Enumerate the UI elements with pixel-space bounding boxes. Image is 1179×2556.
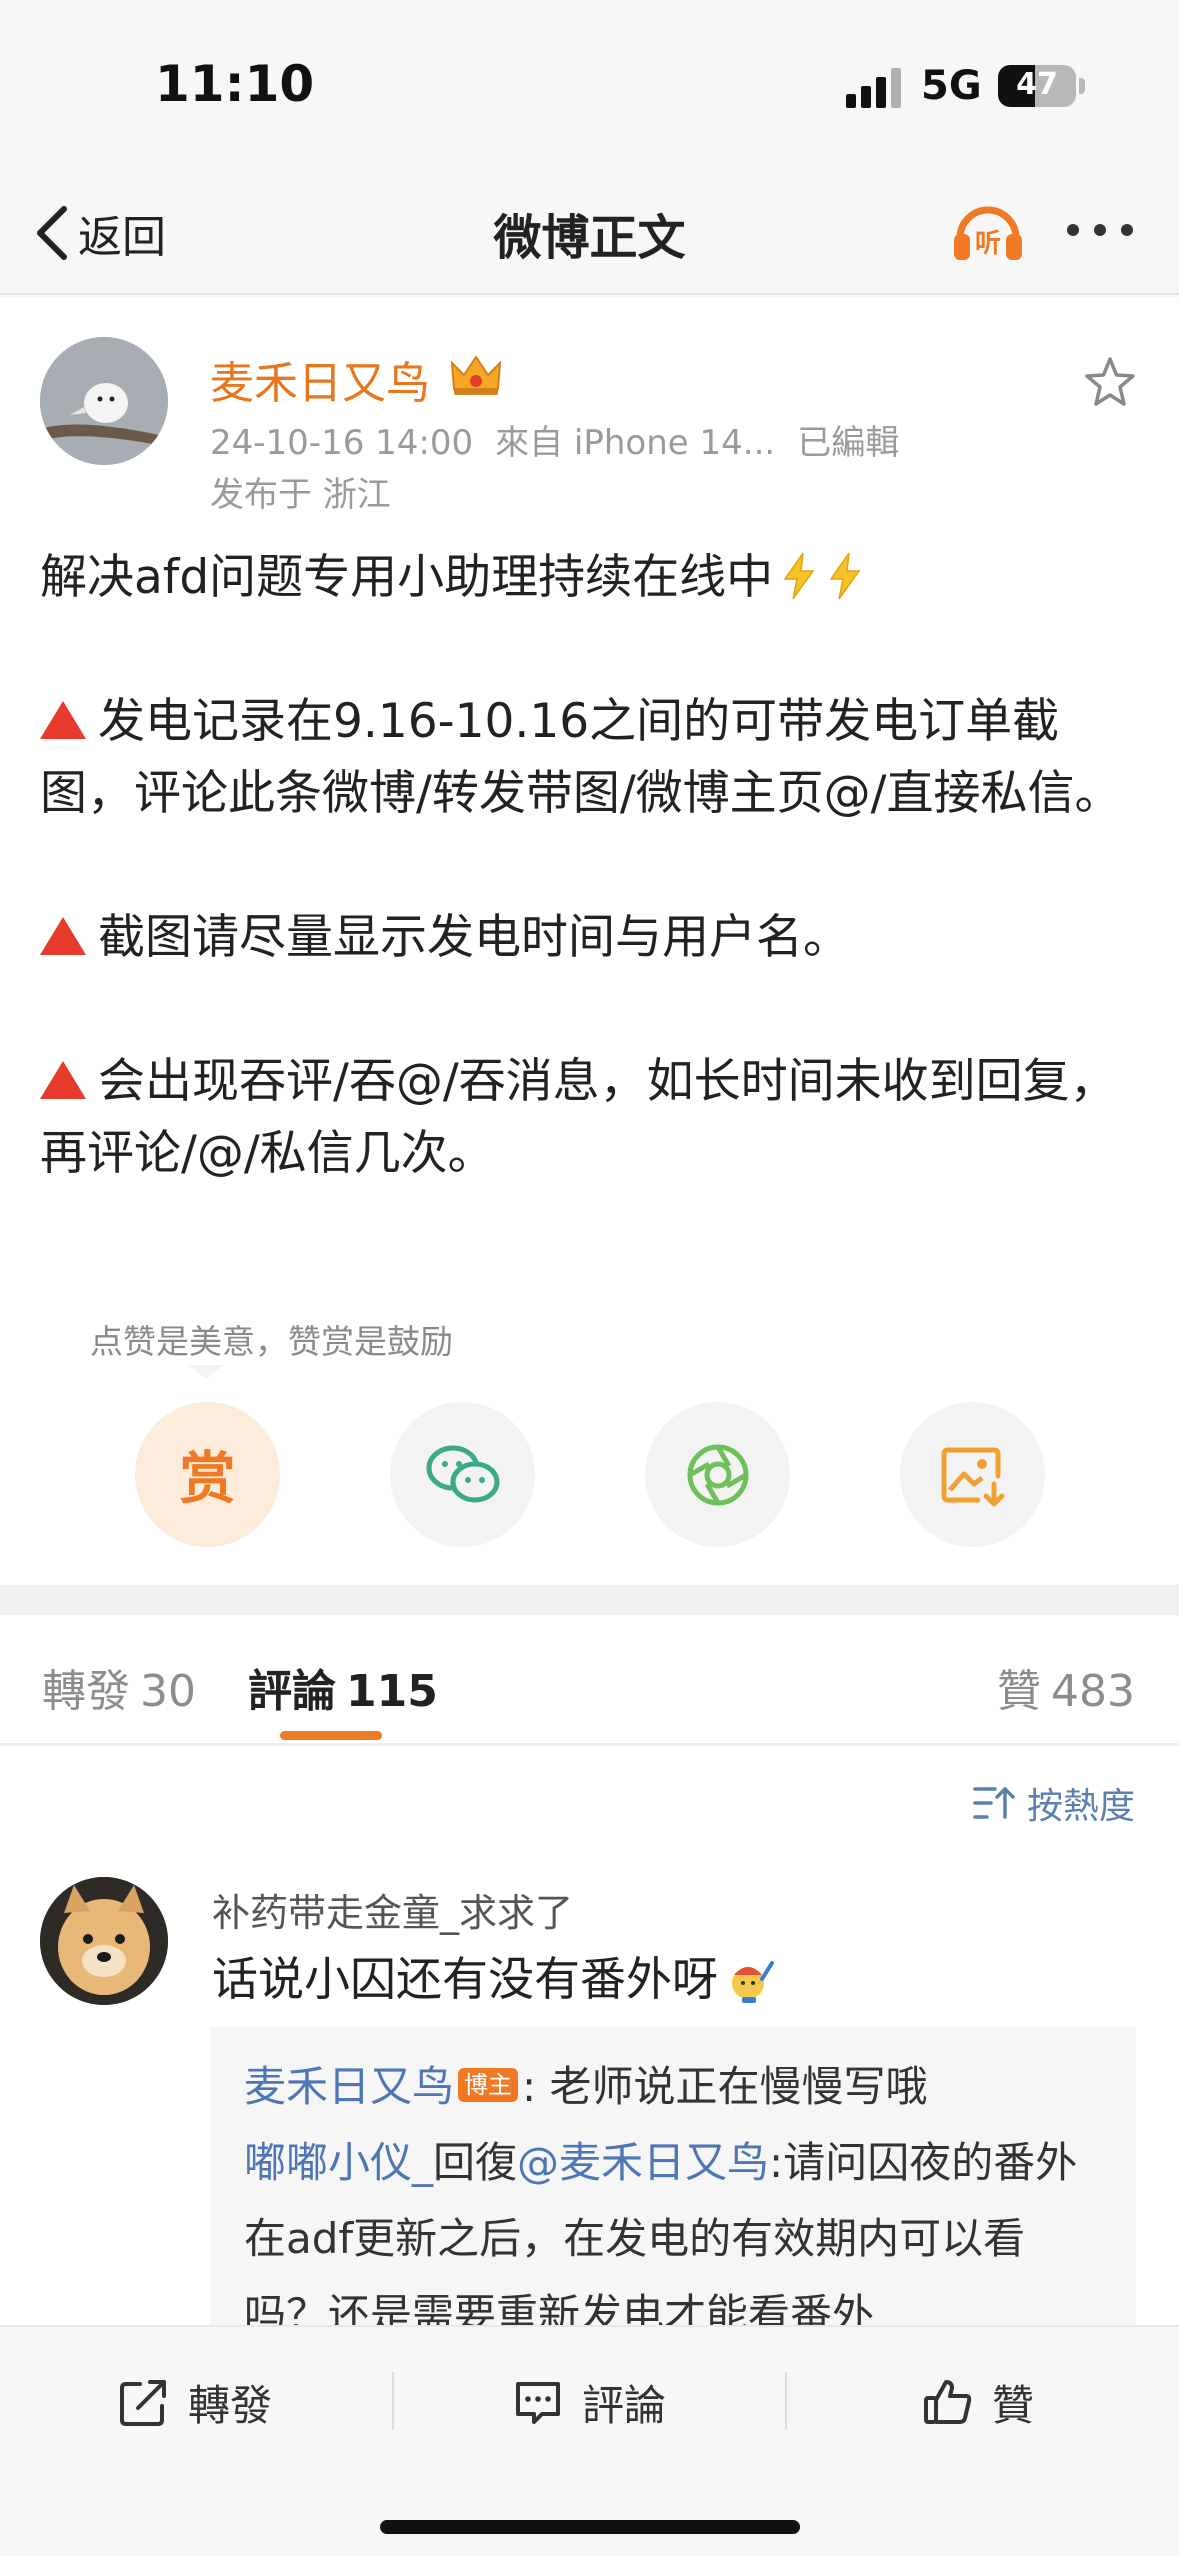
author-avatar[interactable] — [40, 337, 168, 465]
repost-icon — [120, 2380, 166, 2426]
battery-icon: 47 — [998, 65, 1076, 107]
battery-cap — [1079, 78, 1085, 94]
reply-box[interactable]: 麦禾日又鸟 博主: 老师说正在慢慢写哦 嘟嘟小仪_回復@麦禾日又鸟:请问囚夜的番外… — [210, 2027, 1136, 2327]
bottom-action-bar: 轉發 評論 贊 — [0, 2325, 1179, 2556]
wechat-icon — [426, 1445, 499, 1502]
post-tabs: 轉發 30 評論 115 贊 483 — [0, 1615, 1179, 1745]
like-label: 贊 — [992, 2380, 1035, 2430]
status-time: 11:10 — [155, 55, 315, 113]
reply-user[interactable]: 麦禾日又鸟 — [244, 2062, 454, 2111]
comment-icon — [516, 2382, 560, 2424]
tab-likes[interactable]: 贊 483 — [997, 1655, 1135, 1719]
repost-label: 轉發 — [188, 2380, 273, 2430]
post-location: 发布于 浙江 — [210, 475, 391, 515]
post-line: 解决afd问题专用小助理持续在线中 — [40, 542, 1150, 614]
battery-level: 47 — [1016, 67, 1058, 102]
post-paragraph-text: 发电记录在9.16-10.16之间的可带发电订单截图，评论此条微博/转发带图/微… — [40, 694, 1122, 821]
divider — [785, 2372, 787, 2430]
status-bar: 11:10 5G 47 — [0, 0, 1179, 170]
network-type: 5G — [921, 63, 982, 109]
tab-likes-label: 贊 — [997, 1666, 1042, 1717]
post-paragraph: 发电记录在9.16-10.16之间的可带发电订单截图，评论此条微博/转发带图/微… — [40, 686, 1150, 830]
post-paragraph-text: 会出现吞评/吞@/吞消息，如长时间未收到回复，再评论/@/私信几次。 — [40, 1054, 1117, 1181]
tab-comments[interactable]: 評論 115 — [248, 1655, 438, 1719]
comment-list: 按熱度 补药带走金童_求求了 话说小囚还有没有番外呀 麦禾日又鸟 博主: 老师说正… — [0, 1747, 1179, 2327]
author-name[interactable]: 麦禾日又鸟 — [210, 347, 430, 411]
reply-word: 回復 — [433, 2138, 518, 2187]
listen-label: 听 — [975, 229, 1001, 259]
active-tab-indicator — [280, 1731, 382, 1740]
sort-icon — [973, 1787, 1015, 1819]
reward-button[interactable]: 赏 — [135, 1402, 280, 1547]
post-paragraph: 会出现吞评/吞@/吞消息，如长时间未收到回复，再评论/@/私信几次。 — [40, 1046, 1150, 1190]
commenter-name[interactable]: 补药带走金童_求求了 — [212, 1882, 573, 1937]
post-source: 來自 iPhone 14... — [495, 423, 776, 463]
red-triangle-icon — [40, 1061, 86, 1099]
post-paragraph-text: 截图请尽量显示发电时间与用户名。 — [98, 910, 850, 965]
post-card: 麦禾日又鸟 24-10-16 14:00 來自 iPhone 14... 已編輯 发… — [0, 297, 1179, 1585]
tab-reposts-count: 30 — [140, 1666, 196, 1717]
reply-user[interactable]: 嘟嘟小仪_ — [244, 2138, 433, 2187]
tab-reposts-label: 轉發 — [42, 1666, 130, 1717]
post-meta: 24-10-16 14:00 來自 iPhone 14... 已編輯 — [210, 415, 921, 464]
save-image-button[interactable] — [900, 1402, 1045, 1547]
cheering-emoji-icon — [732, 1961, 774, 2003]
signal-icon — [846, 68, 906, 108]
post-line-text: 解决afd问题专用小助理持续在线中 — [40, 550, 774, 605]
reply-item: 嘟嘟小仪_回復@麦禾日又鸟:请问囚夜的番外在adf更新之后，在发电的有效期内可以… — [244, 2125, 1102, 2327]
commenter-avatar[interactable] — [40, 1877, 168, 2005]
save-image-icon — [941, 1447, 1004, 1506]
tab-comments-count: 115 — [346, 1666, 438, 1717]
home-indicator — [380, 2520, 800, 2534]
headphones-listen-icon[interactable]: 听 — [948, 192, 1028, 272]
tab-comments-label: 評論 — [248, 1666, 336, 1717]
comment-label: 評論 — [582, 2380, 667, 2430]
red-triangle-icon — [40, 917, 86, 955]
crown-badge-icon — [450, 355, 502, 395]
lightning-emoji-icon — [783, 552, 815, 600]
star-favorite-icon[interactable] — [1080, 353, 1140, 413]
moments-aperture-icon — [687, 1444, 748, 1505]
reply-mention[interactable]: @麦禾日又鸟 — [517, 2138, 769, 2187]
comment-text-content: 话说小囚还有没有番外呀 — [212, 1952, 718, 2006]
tip-arrow — [188, 1365, 224, 1379]
tab-reposts[interactable]: 轉發 30 — [42, 1655, 196, 1719]
share-moments-button[interactable] — [645, 1402, 790, 1547]
reply-item: 麦禾日又鸟 博主: 老师说正在慢慢写哦 — [244, 2049, 1102, 2125]
red-triangle-icon — [40, 701, 86, 739]
post-date: 24-10-16 14:00 — [210, 423, 474, 463]
reply-text: : 老师说正在慢慢写哦 — [522, 2062, 928, 2111]
section-divider — [0, 1585, 1179, 1615]
author-badge: 博主 — [458, 2068, 519, 2102]
comment-button[interactable]: 評論 — [512, 2367, 666, 2437]
tab-likes-count: 483 — [1051, 1666, 1135, 1717]
reward-tip: 点赞是美意，赞赏是鼓励 — [90, 1322, 453, 1361]
sort-label: 按熱度 — [1026, 1786, 1135, 1827]
post-edited: 已編輯 — [797, 423, 900, 463]
thumbs-up-icon — [924, 2380, 972, 2424]
divider — [392, 2372, 394, 2430]
post-body: 解决afd问题专用小助理持续在线中 发电记录在9.16-10.16之间的可带发电… — [40, 542, 1150, 1190]
nav-bar: 返回 微博正文 听 — [0, 170, 1179, 295]
repost-button[interactable]: 轉發 — [118, 2367, 272, 2437]
more-dots-icon[interactable] — [1065, 220, 1135, 240]
comment-text: 话说小囚还有没有番外呀 — [212, 1943, 776, 2009]
reward-label: 赏 — [179, 1447, 236, 1512]
like-button[interactable]: 贊 — [922, 2367, 1034, 2437]
lightning-emoji-icon — [829, 552, 861, 600]
post-paragraph: 截图请尽量显示发电时间与用户名。 — [40, 902, 1150, 974]
share-wechat-button[interactable] — [390, 1402, 535, 1547]
sort-button[interactable]: 按熱度 — [973, 1777, 1135, 1829]
